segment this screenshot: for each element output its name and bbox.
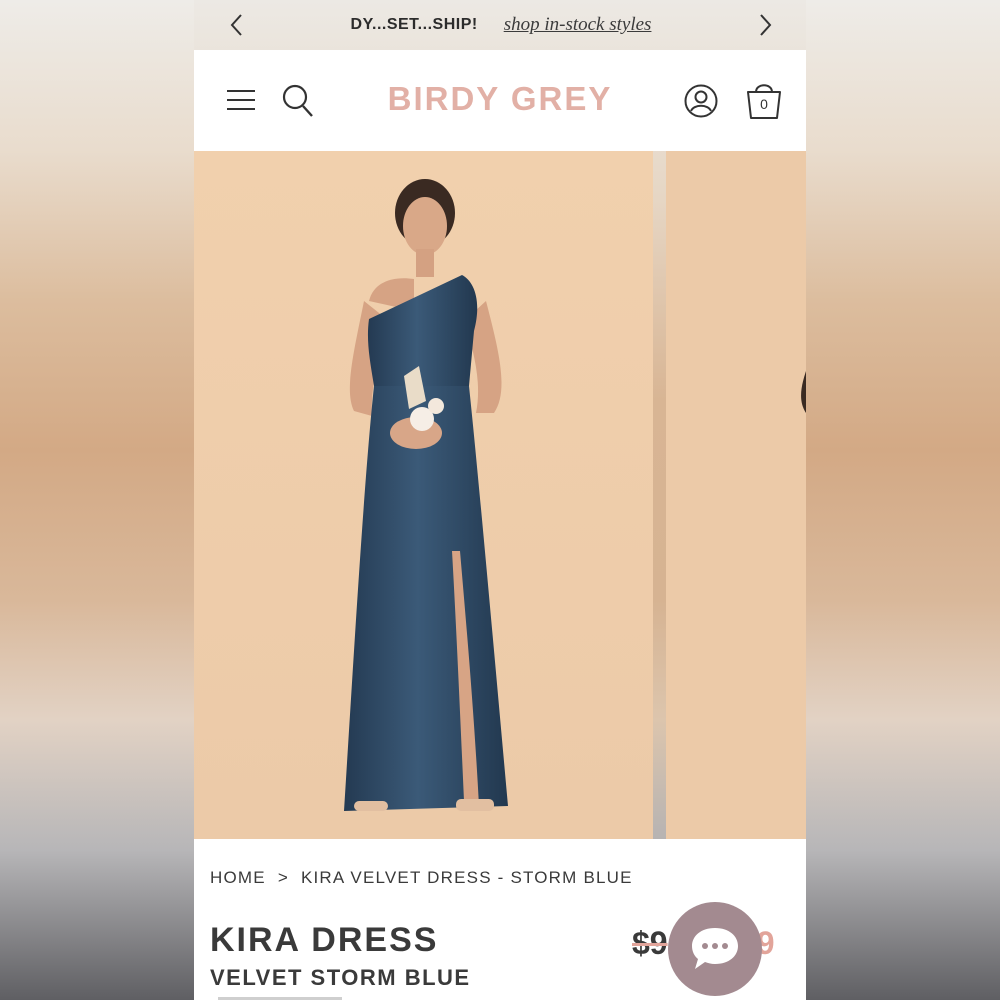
product-image-next[interactable]: [666, 151, 806, 839]
promo-next-button[interactable]: [754, 13, 778, 37]
breadcrumb-separator: >: [277, 868, 289, 887]
promo-content: DY...SET...SHIP! shop in-stock styles: [351, 14, 652, 36]
product-variant: VELVET STORM BLUE: [210, 965, 471, 990]
product-image-main[interactable]: [194, 151, 653, 839]
next-image-preview: [666, 151, 806, 839]
chevron-left-icon: [230, 14, 242, 36]
account-button[interactable]: [684, 84, 718, 118]
breadcrumb: HOME > KIRA VELVET DRESS - STORM BLUE: [210, 868, 633, 888]
product-title: KIRA DRESS: [210, 921, 439, 959]
breadcrumb-home[interactable]: HOME: [210, 868, 266, 888]
promo-prev-button[interactable]: [224, 13, 248, 37]
site-header: BIRDY GREY 0: [194, 50, 806, 151]
model-in-dress-image: [194, 151, 653, 839]
background-blur-right: [806, 0, 1000, 1000]
original-price: $9: [632, 925, 668, 961]
breadcrumb-current: KIRA VELVET DRESS - STORM BLUE: [300, 868, 633, 887]
shop-in-stock-link[interactable]: shop in-stock styles: [504, 14, 652, 36]
chat-button[interactable]: [668, 902, 762, 996]
promo-bar: DY...SET...SHIP! shop in-stock styles: [194, 0, 806, 50]
cart-button[interactable]: 0: [745, 80, 783, 120]
chevron-right-icon: [760, 14, 772, 36]
product-gallery[interactable]: [194, 151, 806, 839]
account-icon: [684, 84, 718, 118]
chat-icon: [692, 928, 738, 969]
cart-count: 0: [760, 96, 768, 112]
promo-message: DY...SET...SHIP!: [350, 16, 478, 33]
background-blur-left: [0, 0, 194, 1000]
